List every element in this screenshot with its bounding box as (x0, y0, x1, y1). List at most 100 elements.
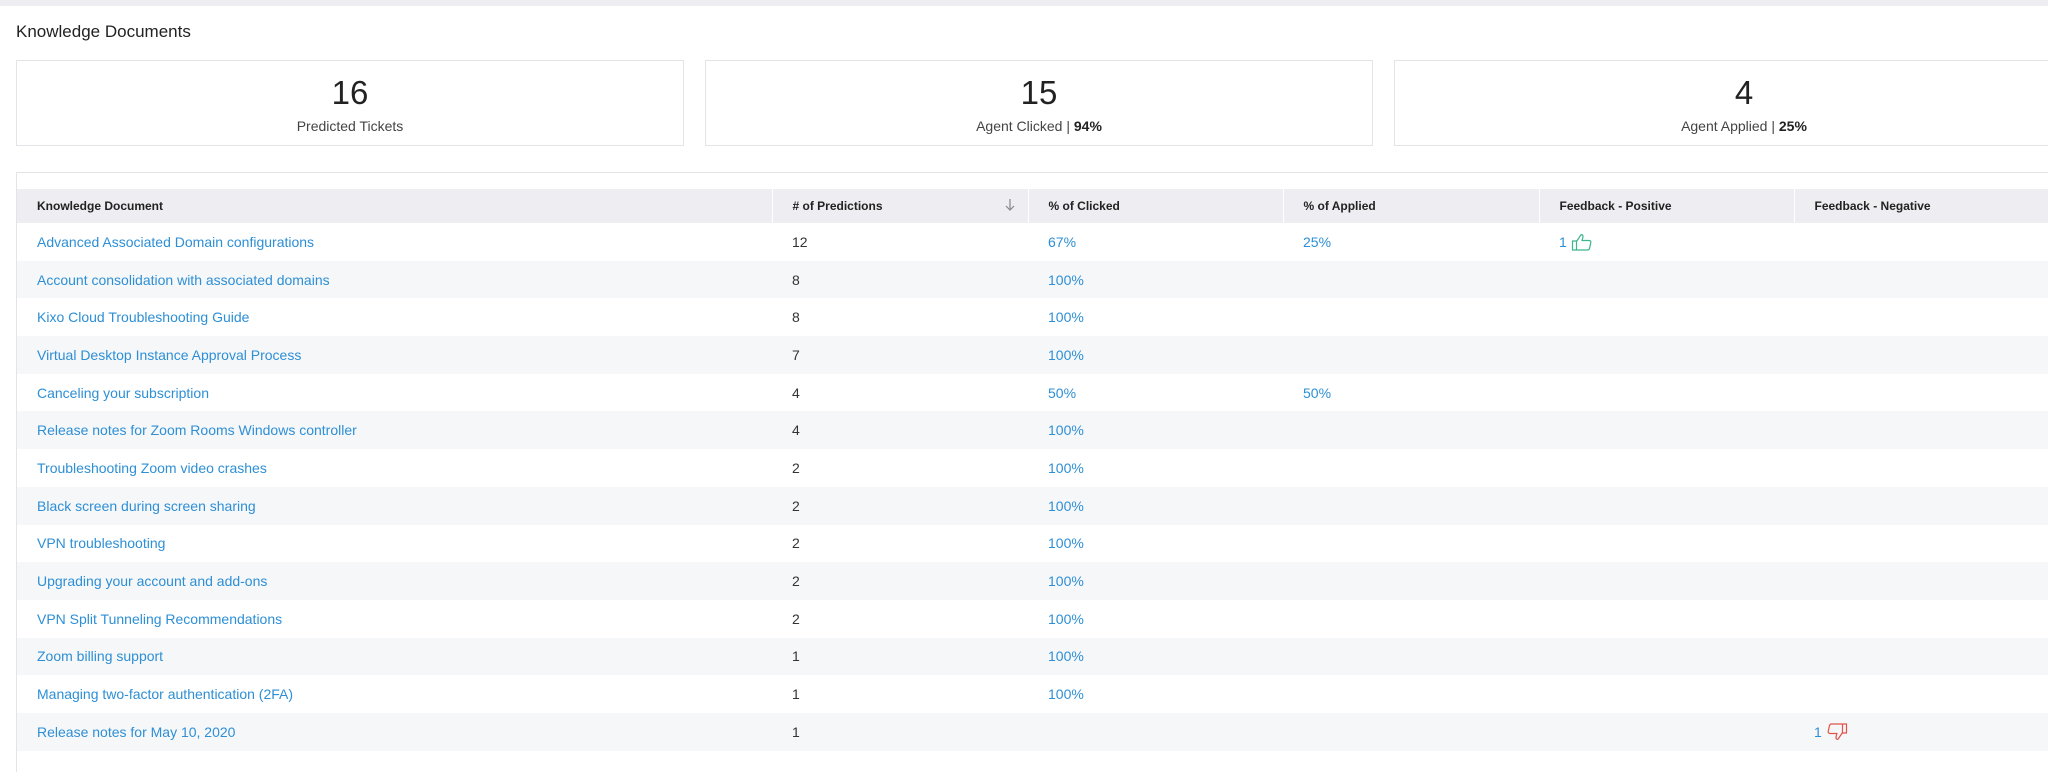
cell-applied (1283, 525, 1539, 563)
cell-clicked: 100% (1028, 675, 1283, 713)
cell-clicked: 100% (1028, 525, 1283, 563)
clicked-percent-link[interactable]: 100% (1048, 347, 1084, 363)
clicked-percent-link[interactable]: 100% (1048, 422, 1084, 438)
table-row: Virtual Desktop Instance Approval Proces… (17, 336, 2048, 374)
cell-predictions: 8 (792, 309, 800, 326)
cell-predictions: 4 (792, 384, 800, 401)
stat-value: 15 (1020, 74, 1058, 111)
knowledge-documents-table-panel: Knowledge Document # of Predictions % of… (16, 172, 2048, 772)
cell-clicked: 100% (1028, 562, 1283, 600)
cell-applied (1283, 487, 1539, 525)
clicked-percent-link[interactable]: 100% (1048, 686, 1084, 702)
column-header-applied[interactable]: % of Applied (1283, 189, 1540, 223)
cell-feedback-negative: 1 (1794, 713, 2048, 751)
table-row: Managing two-factor authentication (2FA)… (17, 675, 2048, 713)
table-row: Black screen during screen sharing 2 100% (17, 486, 2048, 525)
cell-applied (1283, 298, 1539, 336)
clicked-percent-link[interactable]: 100% (1048, 573, 1084, 589)
document-link[interactable]: Upgrading your account and add-ons (37, 573, 267, 589)
cell-applied (1283, 675, 1539, 713)
cell-knowledge-document: VPN Split Tunneling Recommendations (17, 600, 772, 638)
table-row: Upgrading your account and add-ons 2 100% (17, 562, 2048, 600)
cell-feedback-positive (1539, 600, 1794, 638)
thumbs-up-icon[interactable] (1571, 233, 1593, 251)
document-link[interactable]: Release notes for Zoom Rooms Windows con… (37, 422, 357, 438)
positive-feedback[interactable]: 1 (1559, 233, 1593, 251)
cell-predictions: 2 (792, 573, 800, 590)
cell-clicked: 50% (1028, 374, 1283, 412)
column-header-clicked[interactable]: % of Clicked (1028, 189, 1284, 223)
cell-knowledge-document: Zoom billing support (17, 638, 772, 676)
cell-knowledge-document: Advanced Associated Domain configuration… (17, 223, 772, 261)
applied-percent-link[interactable]: 50% (1303, 385, 1331, 401)
document-link[interactable]: Virtual Desktop Instance Approval Proces… (37, 347, 301, 363)
cell-knowledge-document: Black screen during screen sharing (17, 487, 772, 525)
table-row: Troubleshooting Zoom video crashes 2 100% (17, 449, 2048, 487)
table-row: Account consolidation with associated do… (17, 260, 2048, 299)
negative-feedback[interactable]: 1 (1814, 723, 1848, 741)
applied-percent-link[interactable]: 25% (1303, 234, 1331, 250)
cell-applied (1283, 600, 1539, 638)
cell-predictions: 1 (792, 723, 800, 740)
document-link[interactable]: Release notes for May 10, 2020 (37, 724, 235, 740)
cell-applied: 50% (1283, 374, 1539, 412)
clicked-percent-link[interactable]: 100% (1048, 611, 1084, 627)
column-header-predictions[interactable]: # of Predictions (772, 189, 1029, 223)
cell-feedback-negative (1794, 411, 2048, 449)
cell-feedback-positive: 1 (1539, 223, 1794, 261)
column-header-knowledge-document[interactable]: Knowledge Document (17, 189, 773, 223)
column-header-feedback-positive[interactable]: Feedback - Positive (1539, 189, 1795, 223)
cell-feedback-negative (1794, 525, 2048, 563)
cell-clicked: 100% (1028, 638, 1283, 676)
clicked-percent-link[interactable]: 67% (1048, 234, 1076, 250)
column-header-feedback-negative[interactable]: Feedback - Negative (1794, 189, 2048, 223)
arrow-down-icon[interactable] (1004, 198, 1016, 212)
clicked-percent-link[interactable]: 100% (1048, 498, 1084, 514)
document-link[interactable]: Troubleshooting Zoom video crashes (37, 460, 267, 476)
positive-feedback-count[interactable]: 1 (1559, 234, 1567, 250)
cell-predictions: 2 (792, 497, 800, 514)
cell-knowledge-document: Kixo Cloud Troubleshooting Guide (17, 298, 772, 336)
table-row: Kixo Cloud Troubleshooting Guide 8 100% (17, 298, 2048, 336)
cell-applied (1283, 638, 1539, 676)
clicked-percent-link[interactable]: 100% (1048, 535, 1084, 551)
document-link[interactable]: VPN Split Tunneling Recommendations (37, 611, 282, 627)
cell-knowledge-document: Virtual Desktop Instance Approval Proces… (17, 336, 772, 374)
cell-clicked: 100% (1028, 600, 1283, 638)
clicked-percent-link[interactable]: 100% (1048, 648, 1084, 664)
document-link[interactable]: Advanced Associated Domain configuration… (37, 234, 314, 250)
cell-feedback-negative (1794, 562, 2048, 600)
stat-value: 16 (331, 74, 369, 111)
clicked-percent-link[interactable]: 100% (1048, 272, 1084, 288)
top-bar (0, 0, 2048, 6)
cell-feedback-negative (1794, 600, 2048, 638)
document-link[interactable]: Zoom billing support (37, 648, 163, 664)
clicked-percent-link[interactable]: 100% (1048, 460, 1084, 476)
cell-feedback-positive (1539, 638, 1794, 676)
cell-feedback-negative (1794, 261, 2048, 299)
document-link[interactable]: Managing two-factor authentication (2FA) (37, 686, 293, 702)
table-row: Release notes for Zoom Rooms Windows con… (17, 411, 2048, 450)
document-link[interactable]: Black screen during screen sharing (37, 498, 256, 514)
stat-percent: 94% (1073, 118, 1102, 134)
cell-predictions: 2 (792, 535, 800, 552)
cell-feedback-positive (1539, 449, 1794, 487)
cell-applied (1283, 261, 1539, 299)
stat-label: Predicted Tickets (296, 118, 404, 134)
table-body: Advanced Associated Domain configuration… (17, 223, 2048, 751)
document-link[interactable]: Canceling your subscription (37, 385, 209, 401)
document-link[interactable]: Account consolidation with associated do… (37, 272, 330, 288)
cell-clicked: 100% (1028, 298, 1283, 336)
thumbs-down-icon[interactable] (1826, 723, 1848, 741)
clicked-percent-link[interactable]: 100% (1048, 309, 1084, 325)
cell-applied (1283, 411, 1539, 449)
clicked-percent-link[interactable]: 50% (1048, 385, 1076, 401)
cell-clicked: 100% (1028, 261, 1283, 299)
table-row: Release notes for May 10, 2020 1 1 (17, 712, 2048, 751)
negative-feedback-count[interactable]: 1 (1814, 724, 1822, 740)
cell-applied (1283, 336, 1539, 374)
document-link[interactable]: VPN troubleshooting (37, 535, 165, 551)
cell-feedback-positive (1539, 374, 1794, 412)
document-link[interactable]: Kixo Cloud Troubleshooting Guide (37, 309, 249, 325)
cell-predictions: 1 (792, 648, 800, 665)
